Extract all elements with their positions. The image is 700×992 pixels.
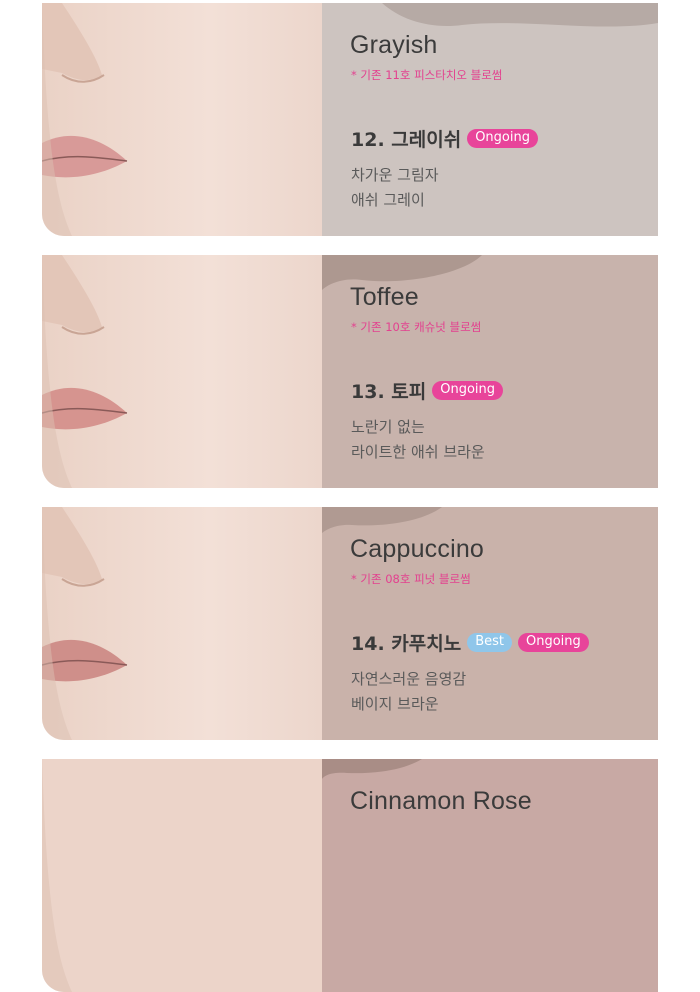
description-line: 베이지 브라운 [351,695,439,713]
shade-name: 13. 토피 [351,381,427,403]
ongoing-badge: Ongoing [467,129,538,148]
description-line: 애쉬 그레이 [351,191,425,209]
description-line: 차가운 그림자 [351,166,439,184]
shade-name-row: 12. 그레이쉬 Ongoing [351,125,538,152]
description-line: 노란기 없는 [351,418,425,436]
shade-description: 자연스러운 음영감 베이지 브라운 [351,667,466,717]
shade-title: Cinnamon Rose [350,787,532,815]
shade-description: 노란기 없는 라이트한 애쉬 브라운 [351,415,485,465]
shade-info-panel: Cinnamon Rose [322,759,658,992]
product-card-grayish: Grayish * 기존 11호 피스타치오 블로썸 12. 그레이쉬 Ongo… [42,3,658,236]
shade-note: * 기존 08호 피넛 블로썸 [351,572,471,586]
shade-note: * 기존 10호 캐슈넛 블로썸 [351,320,482,334]
product-card-cappuccino: Cappuccino * 기존 08호 피넛 블로썸 14. 카푸치노 Best… [42,507,658,740]
shade-note: * 기존 11호 피스타치오 블로썸 [351,68,503,82]
description-line: 자연스러운 음영감 [351,670,467,688]
best-badge: Best [467,633,512,652]
model-face-image [42,507,322,740]
model-face-image [42,3,322,236]
model-face-image [42,759,322,992]
shade-name-row: 14. 카푸치노 Best Ongoing [351,629,589,656]
model-face-image [42,255,322,488]
shade-title: Grayish [350,31,438,59]
shade-title: Cappuccino [350,535,485,563]
product-card-cinnamon-rose: Cinnamon Rose [42,759,658,992]
shade-title: Toffee [350,283,419,311]
shade-info-panel: Grayish * 기존 11호 피스타치오 블로썸 12. 그레이쉬 Ongo… [322,3,658,236]
shade-name-row: 13. 토피 Ongoing [351,377,504,404]
shade-info-panel: Toffee * 기존 10호 캐슈넛 블로썸 13. 토피 Ongoing 노… [322,255,658,488]
shade-name: 12. 그레이쉬 [351,129,462,151]
ongoing-badge: Ongoing [432,381,504,400]
product-card-toffee: Toffee * 기존 10호 캐슈넛 블로썸 13. 토피 Ongoing 노… [42,255,658,488]
shade-name: 14. 카푸치노 [351,633,462,655]
shade-info-panel: Cappuccino * 기존 08호 피넛 블로썸 14. 카푸치노 Best… [322,507,658,740]
description-line: 라이트한 애쉬 브라운 [351,443,485,461]
ongoing-badge: Ongoing [518,633,589,652]
shade-description: 차가운 그림자 애쉬 그레이 [351,163,439,213]
